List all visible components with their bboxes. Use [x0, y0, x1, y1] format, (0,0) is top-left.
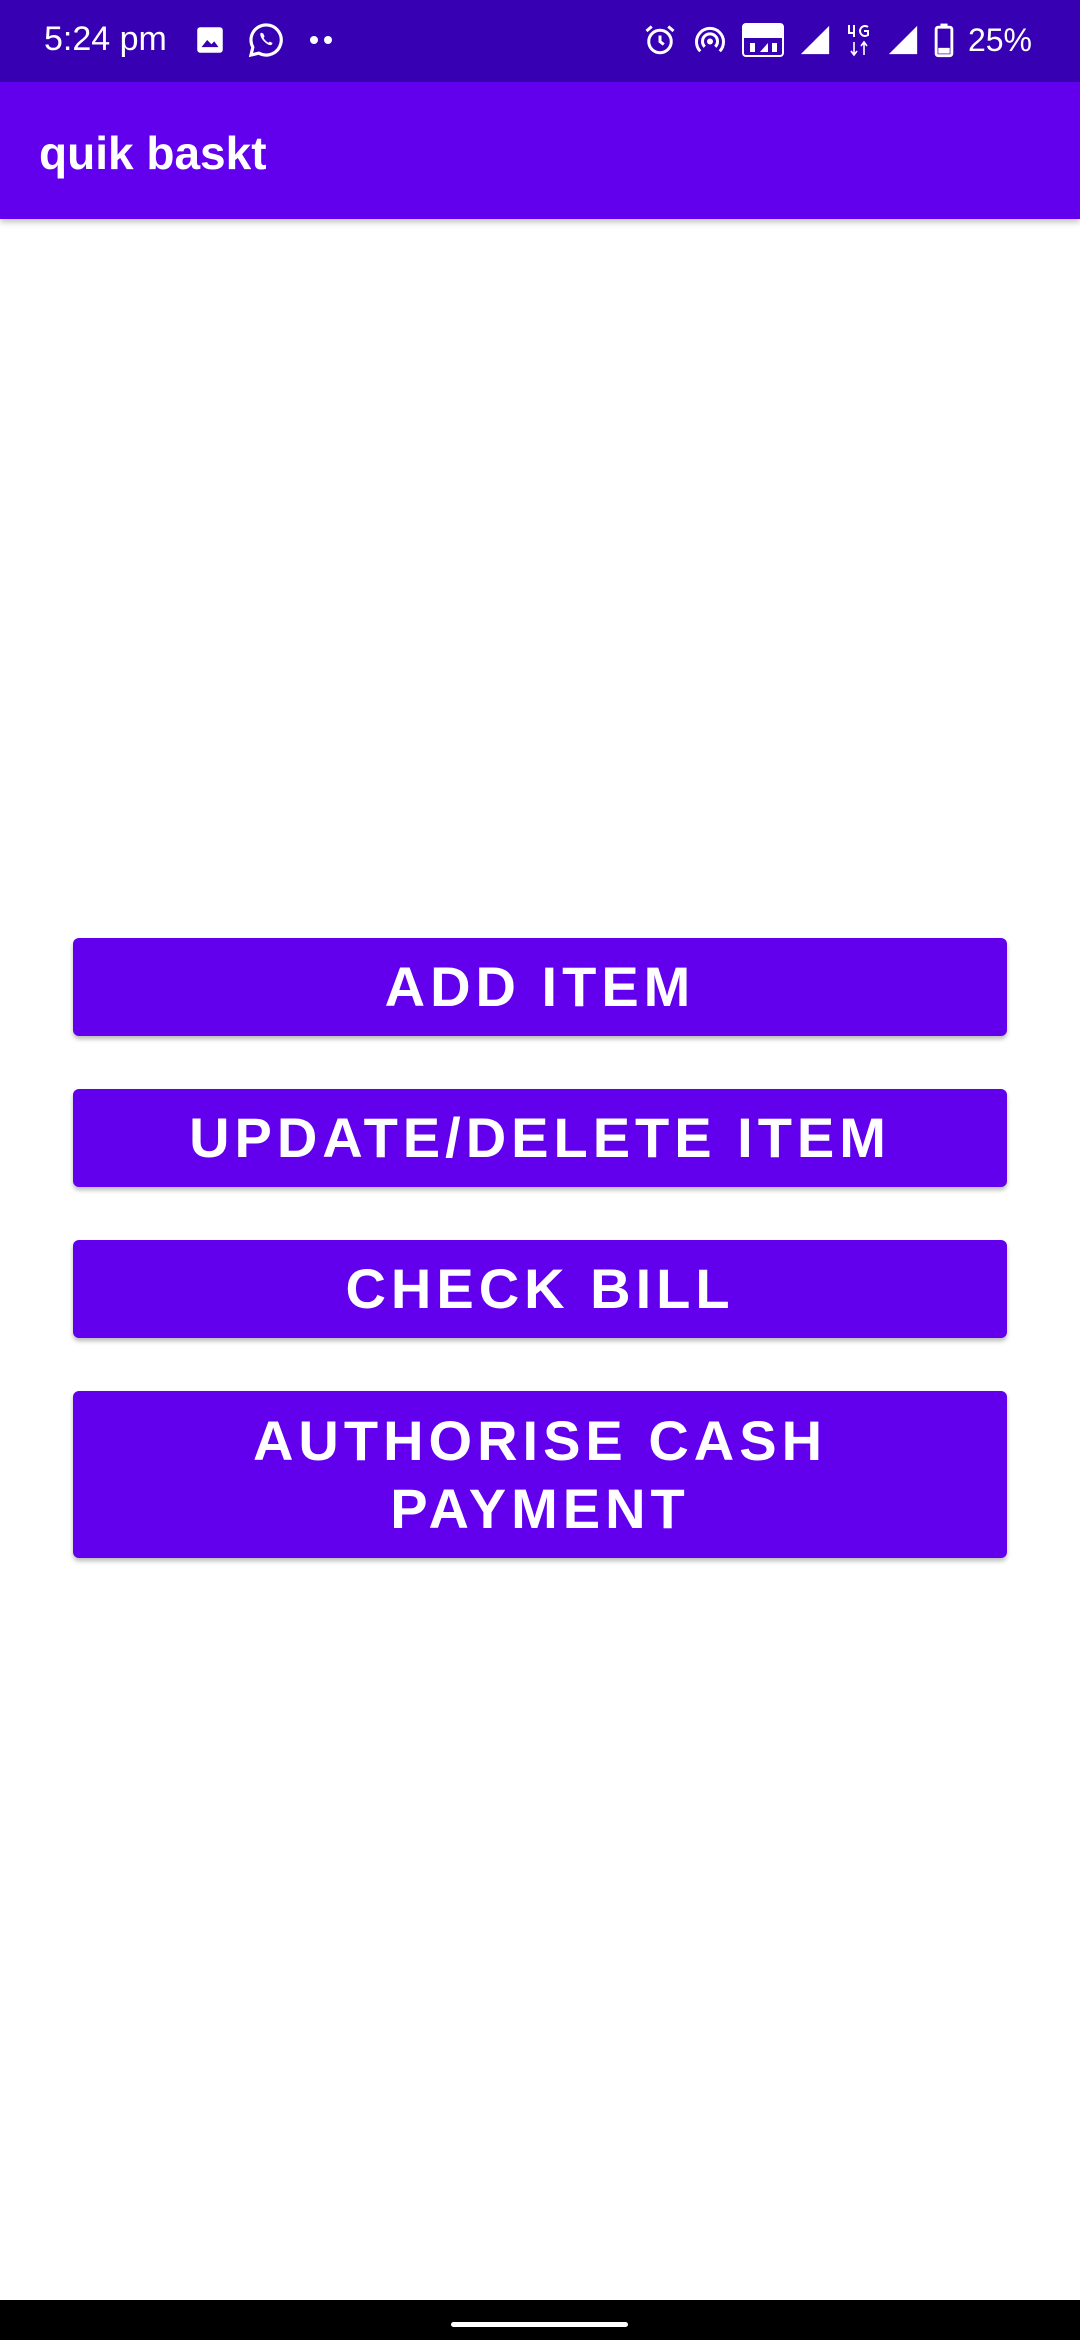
hotspot-icon — [692, 22, 728, 58]
add-item-button[interactable]: ADD ITEM — [73, 938, 1007, 1036]
status-bar: 5:24 pm 25% — [0, 0, 1080, 82]
system-status-icons: 25% — [642, 18, 1032, 62]
check-bill-button[interactable]: CHECK BILL — [73, 1240, 1007, 1338]
app-bar: quik baskt — [0, 82, 1080, 219]
app-title: quik baskt — [39, 127, 267, 179]
notification-icons — [193, 20, 337, 60]
update-delete-item-button[interactable]: UPDATE/DELETE ITEM — [73, 1089, 1007, 1187]
home-gesture-handle[interactable] — [451, 2322, 628, 2327]
navigation-bar — [0, 2300, 1080, 2340]
4g-icon — [846, 22, 872, 58]
authorise-cash-payment-button[interactable]: AUTHORISE CASH PAYMENT — [73, 1391, 1007, 1558]
image-icon — [193, 23, 227, 57]
status-time: 5:24 pm — [44, 20, 167, 58]
whatsapp-icon — [247, 21, 285, 59]
volte-icon — [741, 22, 784, 58]
alarm-icon — [642, 22, 678, 58]
more-notifications-icon — [305, 30, 337, 50]
battery-percentage: 25% — [967, 22, 1032, 58]
battery-icon — [934, 22, 954, 58]
signal-icon — [886, 23, 920, 57]
signal-icon — [798, 23, 832, 57]
